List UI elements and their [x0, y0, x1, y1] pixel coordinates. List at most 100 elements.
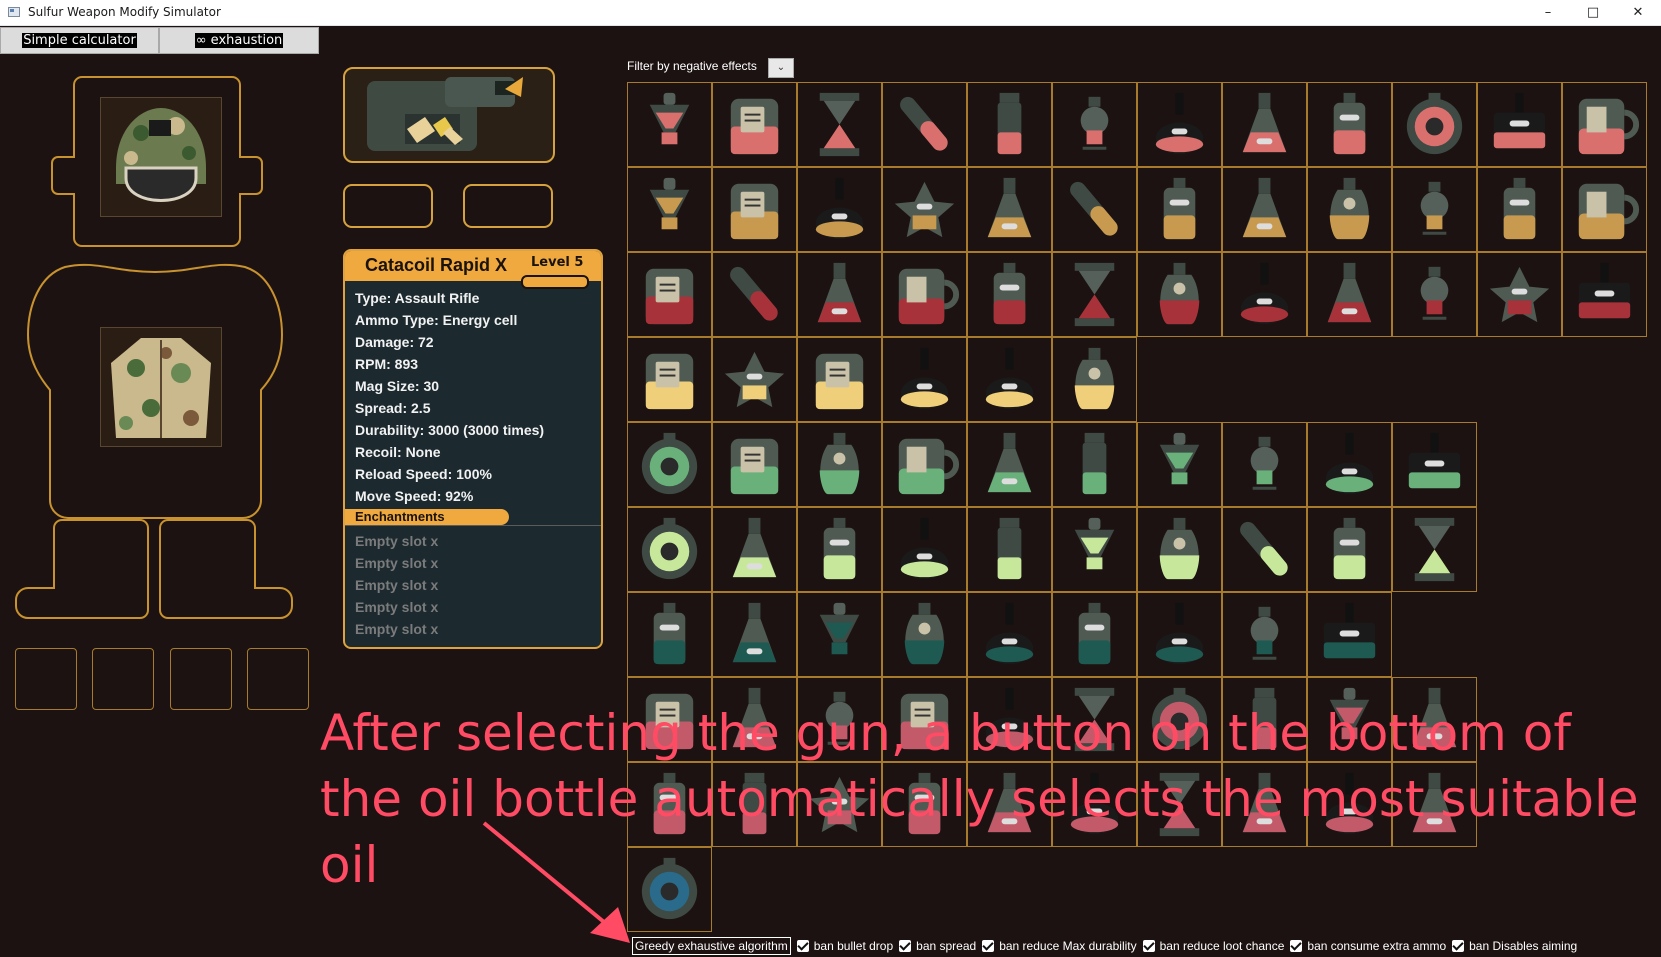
ban-checkbox[interactable]: ban spread	[899, 939, 976, 953]
oil-cell[interactable]	[1307, 252, 1392, 337]
oil-cell[interactable]	[882, 507, 967, 592]
oil-cell[interactable]	[1392, 422, 1477, 507]
oil-cell[interactable]	[627, 507, 712, 592]
oil-cell[interactable]	[1222, 677, 1307, 762]
oil-cell[interactable]	[1307, 507, 1392, 592]
oil-cell[interactable]	[712, 592, 797, 677]
oil-cell[interactable]	[1392, 762, 1477, 847]
oil-cell[interactable]	[797, 762, 882, 847]
accessory-slot-1[interactable]	[15, 648, 77, 710]
oil-cell[interactable]	[1137, 252, 1222, 337]
oil-cell[interactable]	[627, 167, 712, 252]
filter-dropdown[interactable]: ⌄	[768, 58, 794, 78]
oil-cell[interactable]	[797, 252, 882, 337]
enchantment-slot[interactable]: Empty slot x	[355, 530, 601, 552]
oil-cell[interactable]	[1052, 252, 1137, 337]
oil-cell[interactable]	[967, 762, 1052, 847]
oil-cell[interactable]	[1222, 167, 1307, 252]
oil-cell[interactable]	[1562, 82, 1647, 167]
oil-cell[interactable]	[712, 82, 797, 167]
oil-cell[interactable]	[1137, 82, 1222, 167]
oil-cell[interactable]	[1307, 82, 1392, 167]
oil-cell[interactable]	[1307, 592, 1392, 677]
oil-cell[interactable]	[712, 167, 797, 252]
enchantment-slot[interactable]: Empty slot x	[355, 552, 601, 574]
oil-cell[interactable]	[1222, 507, 1307, 592]
oil-cell[interactable]	[627, 422, 712, 507]
oil-cell[interactable]	[1052, 507, 1137, 592]
oil-cell[interactable]	[797, 337, 882, 422]
oil-cell[interactable]	[712, 762, 797, 847]
oil-cell[interactable]	[1562, 167, 1647, 252]
helmet-image[interactable]	[100, 97, 222, 217]
oil-cell[interactable]	[882, 422, 967, 507]
oil-cell[interactable]	[712, 507, 797, 592]
oil-cell[interactable]	[1137, 507, 1222, 592]
oil-cell[interactable]	[967, 252, 1052, 337]
oil-cell[interactable]	[1477, 167, 1562, 252]
oil-cell[interactable]	[627, 82, 712, 167]
accessory-slot-4[interactable]	[247, 648, 309, 710]
ban-checkbox[interactable]: ban reduce Max durability	[982, 939, 1137, 953]
oil-cell[interactable]	[1222, 252, 1307, 337]
oil-cell[interactable]	[882, 252, 967, 337]
oil-cell[interactable]	[1052, 762, 1137, 847]
oil-cell[interactable]	[1307, 762, 1392, 847]
oil-cell[interactable]	[1137, 677, 1222, 762]
oil-cell[interactable]	[1137, 422, 1222, 507]
oil-cell[interactable]	[1392, 82, 1477, 167]
enchantment-slot[interactable]: Empty slot x	[355, 574, 601, 596]
oil-cell[interactable]	[1392, 677, 1477, 762]
oil-cell[interactable]	[967, 337, 1052, 422]
oil-cell[interactable]	[1052, 422, 1137, 507]
oil-cell[interactable]	[797, 677, 882, 762]
oil-cell[interactable]	[627, 592, 712, 677]
oil-cell[interactable]	[1052, 167, 1137, 252]
oil-cell[interactable]	[1222, 592, 1307, 677]
close-button[interactable]: ✕	[1615, 0, 1661, 25]
oil-cell[interactable]	[882, 677, 967, 762]
oil-cell[interactable]	[627, 252, 712, 337]
oil-cell[interactable]	[797, 422, 882, 507]
oil-cell[interactable]	[1222, 422, 1307, 507]
oil-cell[interactable]	[967, 592, 1052, 677]
oil-cell[interactable]	[882, 337, 967, 422]
tab-simple-calculator[interactable]: Simple calculator	[0, 27, 159, 54]
weapon-slot[interactable]	[343, 67, 555, 163]
oil-cell[interactable]	[1477, 252, 1562, 337]
oil-cell[interactable]	[882, 762, 967, 847]
oil-cell[interactable]	[797, 507, 882, 592]
oil-cell[interactable]	[1307, 677, 1392, 762]
oil-cell[interactable]	[882, 167, 967, 252]
accessory-slot-3[interactable]	[170, 648, 232, 710]
oil-cell[interactable]	[1222, 762, 1307, 847]
attachment-slot-1[interactable]	[343, 184, 433, 228]
oil-cell[interactable]	[1052, 592, 1137, 677]
minimize-button[interactable]: –	[1525, 0, 1571, 25]
ban-checkbox[interactable]: ban Disables aiming	[1452, 939, 1577, 953]
oil-cell[interactable]	[1307, 167, 1392, 252]
oil-cell[interactable]	[797, 167, 882, 252]
oil-cell[interactable]	[627, 677, 712, 762]
oil-cell[interactable]	[712, 337, 797, 422]
oil-cell[interactable]	[967, 677, 1052, 762]
greedy-exhaustive-button[interactable]: Greedy exhaustive algorithm	[632, 937, 791, 955]
enchantment-slot[interactable]: Empty slot x	[355, 618, 601, 640]
accessory-slot-2[interactable]	[92, 648, 154, 710]
oil-cell[interactable]	[967, 507, 1052, 592]
oil-cell[interactable]	[1052, 337, 1137, 422]
enchantment-slot[interactable]: Empty slot x	[355, 596, 601, 618]
oil-cell[interactable]	[1137, 762, 1222, 847]
oil-cell[interactable]	[1052, 677, 1137, 762]
oil-cell[interactable]	[967, 422, 1052, 507]
ban-checkbox[interactable]: ban consume extra ammo	[1290, 939, 1446, 953]
attachment-slot-2[interactable]	[463, 184, 553, 228]
oil-cell[interactable]	[1392, 167, 1477, 252]
oil-cell[interactable]	[967, 167, 1052, 252]
oil-cell[interactable]	[712, 677, 797, 762]
oil-cell[interactable]	[627, 337, 712, 422]
oil-cell[interactable]	[1477, 82, 1562, 167]
oil-cell[interactable]	[1137, 592, 1222, 677]
tab-exhaustion[interactable]: ∞ exhaustion	[159, 27, 319, 54]
ban-checkbox[interactable]: ban bullet drop	[796, 939, 893, 953]
